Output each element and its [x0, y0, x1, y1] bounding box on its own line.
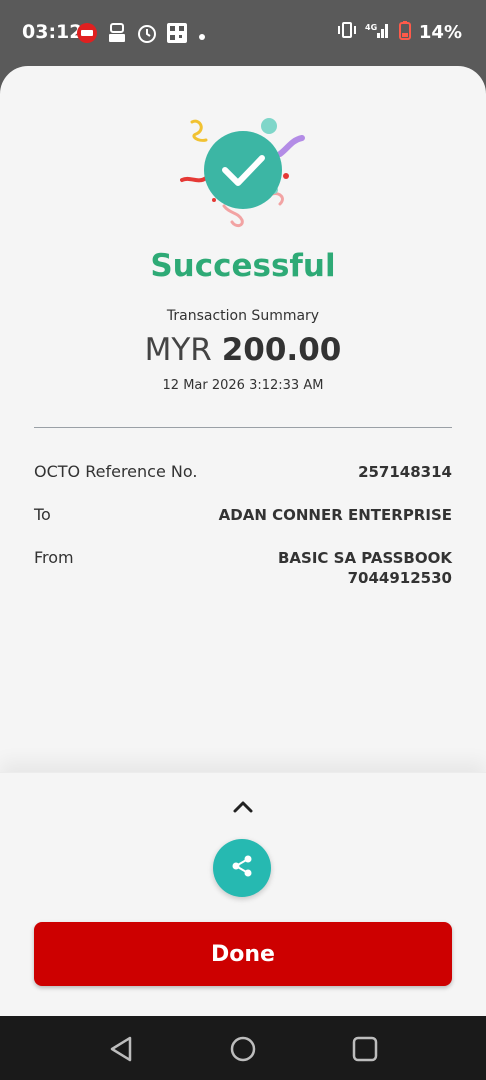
transaction-amount: MYR 200.00 [0, 332, 486, 368]
action-panel: Done [0, 772, 486, 1016]
dot-icon [198, 28, 206, 46]
detail-label: OCTO Reference No. [34, 462, 198, 481]
detail-value: ADAN CONNER ENTERPRISE [219, 505, 452, 525]
receipt-sheet: Successful Transaction Summary MYR 200.0… [0, 66, 486, 1016]
divider [34, 427, 452, 428]
qr-code-icon [166, 22, 188, 49]
transaction-datetime: 12 Mar 2026 3:12:33 AM [162, 378, 324, 393]
detail-value: 257148314 [358, 462, 452, 482]
detail-value-line: BASIC SA PASSBOOK [277, 549, 452, 567]
vibrate-icon [337, 21, 357, 44]
detail-value-line: 257148314 [358, 463, 452, 481]
done-button[interactable]: Done [34, 922, 452, 986]
recents-icon[interactable] [350, 1034, 380, 1064]
amount-value: 200.00 [221, 332, 342, 368]
detail-value: BASIC SA PASSBOOK 7044912530 [278, 548, 452, 588]
battery-low-icon [398, 20, 411, 45]
summary-label: Transaction Summary [166, 308, 320, 324]
detail-label: From [34, 548, 74, 567]
status-right: 4G 14% [337, 20, 462, 45]
battery-percent: 14% [418, 22, 462, 43]
robot-icon [107, 22, 127, 49]
navigation-bar [0, 1016, 486, 1080]
alarm-icon [136, 22, 158, 49]
status-time: 03:12 [22, 21, 83, 43]
signal-icon: 4G [365, 21, 391, 44]
success-illustration [180, 118, 306, 234]
detail-value-line: ADAN CONNER ENTERPRISE [218, 506, 452, 524]
back-icon[interactable] [106, 1034, 136, 1064]
currency-code: MYR [144, 332, 212, 368]
chevron-up-icon[interactable] [231, 797, 255, 815]
detail-value-line: 7044912530 [347, 569, 452, 587]
share-icon [229, 853, 255, 884]
detail-label: To [34, 505, 51, 524]
status-title: Successful [150, 248, 336, 284]
cimb-app-icon [76, 22, 98, 49]
svg-text:4G: 4G [365, 23, 377, 32]
status-bar: 03:12 4G 14% [0, 0, 486, 66]
home-icon[interactable] [228, 1034, 258, 1064]
share-button[interactable] [213, 839, 271, 897]
